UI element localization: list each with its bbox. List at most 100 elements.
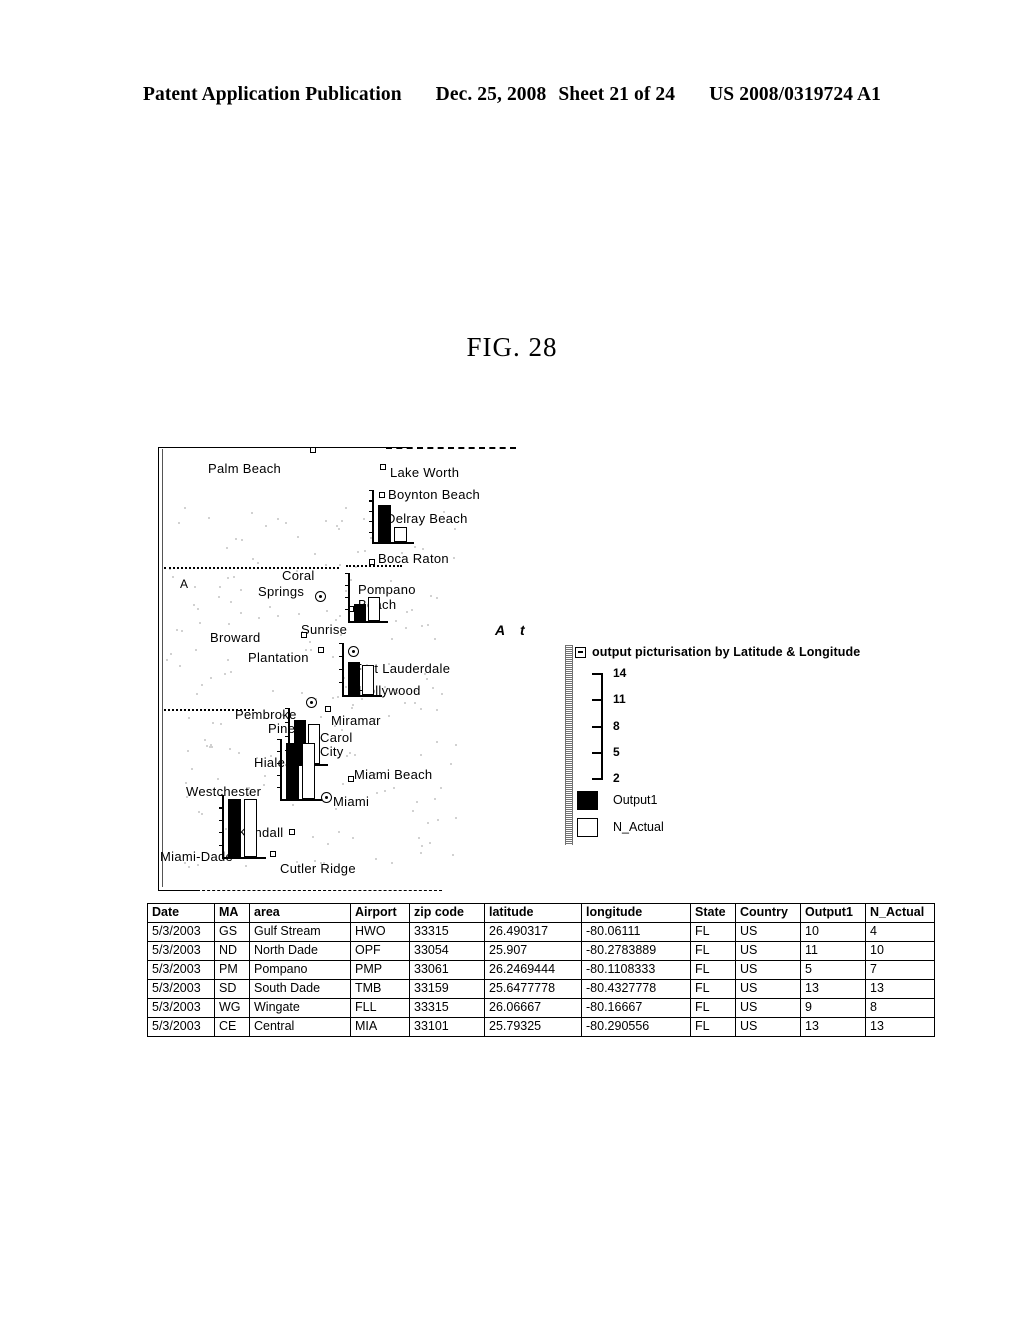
table-cell: 5/3/2003 (147, 960, 215, 980)
texture-speck (455, 743, 458, 746)
texture-speck (263, 774, 266, 777)
cluster-axis-tick (345, 585, 349, 587)
texture-speck (193, 604, 196, 607)
table-cell: 33054 (409, 941, 485, 961)
table-cell: US (735, 1017, 801, 1037)
patent-header: Patent Application Publication Dec. 25, … (0, 84, 1024, 106)
city-marker-dot-icon[interactable] (321, 792, 332, 803)
texture-speck (413, 546, 416, 549)
figure-caption: FIG. 28 (466, 332, 558, 362)
texture-speck (332, 656, 335, 659)
table-cell: 7 (865, 960, 935, 980)
texture-speck (337, 696, 340, 699)
bar-n-actual[interactable] (394, 527, 407, 542)
table-cell: US (735, 960, 801, 980)
bar-n-actual[interactable] (368, 597, 380, 621)
texture-speck (393, 787, 395, 790)
city-marker-dot-icon[interactable] (315, 591, 326, 602)
table-cell: -80.1108333 (581, 960, 691, 980)
cluster-x-axis (372, 542, 414, 544)
table-header-cell: zip code (409, 903, 485, 923)
city-label: Lake Worth (390, 465, 460, 480)
bar-output1[interactable] (228, 799, 241, 857)
bar-n-actual[interactable] (302, 743, 315, 799)
sheet-number: Sheet 21 of 24 (558, 84, 676, 105)
texture-speck (269, 606, 271, 609)
cluster-axis-tick (369, 490, 373, 492)
texture-speck (208, 516, 211, 519)
bar-cluster-gulf-stream[interactable] (369, 490, 414, 544)
city-marker-square-icon[interactable] (270, 851, 276, 857)
texture-speck (429, 842, 432, 845)
texture-speck (191, 768, 194, 771)
cluster-axis-tick (219, 819, 223, 821)
city-marker-square-icon[interactable] (289, 829, 295, 835)
legend-scale-tick (592, 673, 603, 675)
city-marker-square-icon[interactable] (310, 447, 316, 453)
cluster-y-axis (280, 739, 282, 799)
texture-speck (227, 659, 230, 662)
table-cell: 11 (800, 941, 866, 961)
texture-speck (419, 707, 422, 710)
publication-label: Patent Application Publication (142, 84, 402, 105)
city-label: Sunrise (301, 622, 348, 637)
legend-scrollbar[interactable] (565, 645, 573, 845)
cluster-axis-tick (369, 510, 373, 512)
bar-output1[interactable] (286, 743, 299, 799)
bar-output1[interactable] (348, 662, 360, 695)
legend-scale-label: 2 (613, 771, 620, 785)
texture-speck (345, 507, 348, 510)
table-cell: 8 (865, 998, 935, 1018)
table-cell: ND (214, 941, 250, 961)
texture-speck (325, 563, 328, 566)
city-marker-square-icon[interactable] (369, 559, 375, 565)
cluster-y-axis (222, 795, 224, 857)
texture-speck (237, 752, 240, 755)
table-cell: MIA (350, 1017, 410, 1037)
city-marker-square-icon[interactable] (348, 776, 354, 782)
bar-n-actual[interactable] (244, 799, 257, 857)
city-marker-square-icon[interactable] (318, 647, 324, 653)
table-cell: 26.2469444 (484, 960, 582, 980)
bar-cluster-south-dade[interactable] (219, 795, 266, 859)
texture-speck (345, 590, 348, 593)
texture-speck (412, 810, 415, 813)
bar-cluster-central[interactable] (277, 739, 322, 801)
legend-swatch-output1[interactable] (577, 791, 598, 810)
table-row: 5/3/2003 CE Central MIA 33101 25.79325 -80.290… (147, 1017, 935, 1037)
table-cell: 33315 (409, 922, 485, 942)
table-cell: CE (214, 1017, 250, 1037)
city-label: Broward (210, 630, 261, 645)
texture-speck (338, 528, 341, 531)
bar-n-actual[interactable] (362, 665, 374, 695)
minus-box-icon[interactable] (575, 646, 586, 658)
city-marker-dot-icon[interactable] (306, 697, 317, 708)
bar-output1[interactable] (354, 604, 366, 621)
bar-cluster-pompano[interactable] (345, 573, 388, 623)
texture-speck (224, 673, 227, 676)
legend-scale-tick (592, 699, 603, 701)
table-cell: 26.490317 (484, 922, 582, 942)
texture-speck (403, 702, 406, 705)
legend-swatch-n-actual[interactable] (577, 818, 598, 837)
texture-speck (169, 653, 172, 656)
texture-speck (196, 692, 199, 695)
cluster-axis-tick (339, 643, 343, 645)
legend-scale-label: 5 (613, 745, 620, 759)
bar-cluster-wingate[interactable] (339, 643, 382, 697)
texture-speck (437, 818, 440, 821)
bar-output1[interactable] (378, 505, 391, 542)
texture-speck (230, 670, 233, 673)
city-marker-square-icon[interactable] (380, 464, 386, 470)
texture-speck (363, 549, 366, 552)
texture-speck (301, 691, 304, 694)
city-label: Palm Beach (208, 461, 282, 476)
city-marker-square-icon[interactable] (301, 632, 307, 638)
texture-speck (205, 745, 208, 748)
texture-speck (383, 789, 386, 792)
table-row: 5/3/2003 GS Gulf Stream HWO 33315 26.490317 -8… (147, 922, 935, 942)
texture-speck (262, 784, 265, 787)
texture-speck (226, 546, 229, 549)
table-cell: OPF (350, 941, 410, 961)
texture-speck (186, 749, 189, 752)
